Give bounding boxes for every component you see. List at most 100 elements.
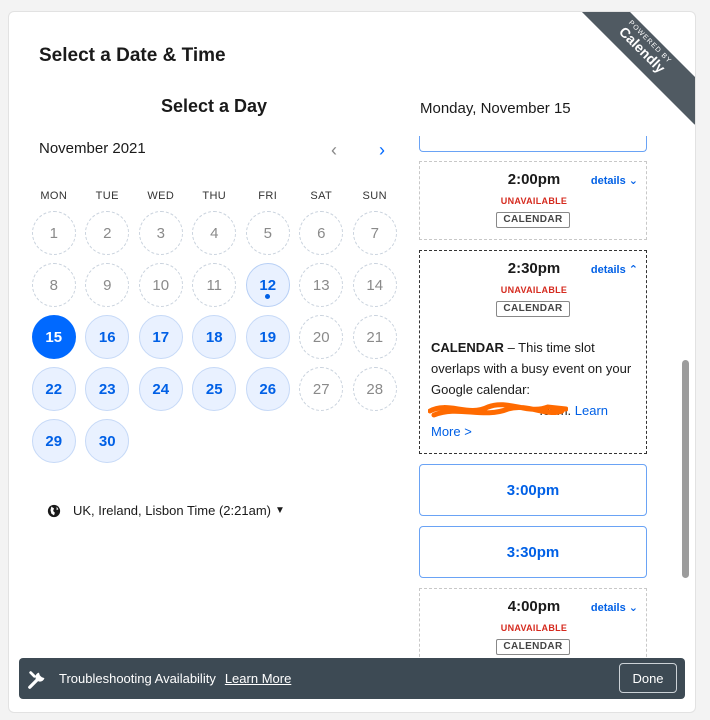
powered-by-badge[interactable]: POWERED BY Calendly [567, 12, 695, 125]
day-number: 9 [103, 276, 112, 294]
time-slot-unavailable: 2:30pm details ⌃ UNAVAILABLE CALENDAR CALEND… [419, 250, 647, 454]
day-number: 5 [263, 224, 272, 242]
details-toggle[interactable]: details ⌄ [591, 174, 638, 187]
calendar-day-6: 6 [299, 211, 344, 255]
calendar-day-22[interactable]: 22 [31, 367, 76, 411]
day-number: 18 [205, 328, 223, 346]
calendar-day-12[interactable]: 12 [245, 263, 290, 307]
calendar-grid: 1 2 3 4 5 6 7 8 9 10 11 12 13 14 15 16 17 18 19 20 21 22 23 24 2… [27, 211, 402, 463]
wrench-icon [28, 670, 45, 689]
weekday-label: MON [40, 190, 68, 202]
redaction-scribble [428, 402, 568, 418]
day-number: 23 [98, 380, 116, 398]
day-number: 25 [205, 380, 223, 398]
calendar-tag: CALENDAR [496, 301, 570, 317]
conflict-source: CALENDAR [431, 340, 504, 355]
day-number: 27 [312, 380, 330, 398]
calendar-day-5: 5 [245, 211, 290, 255]
calendar-tag: CALENDAR [496, 212, 570, 228]
day-number: 4 [210, 224, 219, 242]
day-number: 11 [206, 276, 223, 294]
weekday-label: TUE [95, 190, 119, 202]
weekday-label: SAT [310, 190, 333, 202]
calendar-day-16[interactable]: 16 [85, 315, 130, 359]
weekday-label: FRI [258, 190, 278, 202]
time-slot-partial[interactable] [419, 136, 647, 152]
day-number: 21 [366, 328, 384, 346]
timezone-label: UK, Ireland, Lisbon Time (2:21am) [73, 503, 271, 518]
time-slot-available[interactable]: 3:30pm [419, 526, 647, 578]
calendar-day-29[interactable]: 29 [31, 419, 76, 463]
calendar-day-18[interactable]: 18 [192, 315, 237, 359]
done-button[interactable]: Done [619, 663, 677, 693]
caret-down-icon: ▼ [274, 505, 285, 516]
booking-card: Select a Date & Time POWERED BY Calendly… [8, 11, 696, 713]
day-number: 26 [259, 380, 277, 398]
calendar-day-19[interactable]: 19 [245, 315, 290, 359]
chevron-left-icon[interactable]: ‹ [325, 140, 343, 160]
unavailable-label: UNAVAILABLE [500, 285, 568, 295]
weekday-label: WED [147, 190, 175, 202]
select-day-heading: Select a Day [160, 96, 268, 116]
calendar-day-14: 14 [352, 263, 397, 307]
calendar-day-11: 11 [192, 263, 237, 307]
day-number: 10 [152, 276, 170, 294]
calendar-day-21: 21 [352, 315, 397, 359]
day-number: 15 [45, 328, 63, 346]
day-number: 8 [49, 276, 58, 294]
calendar-day-13: 13 [299, 263, 344, 307]
details-toggle[interactable]: details ⌃ [591, 263, 638, 276]
day-number: 3 [156, 224, 165, 242]
calendar-day-28: 28 [352, 367, 397, 411]
selected-date-heading: Monday, November 15 [420, 100, 571, 117]
day-number: 13 [312, 276, 330, 294]
day-number: 14 [366, 276, 384, 294]
chevron-right-icon[interactable]: › [373, 140, 391, 160]
weekday-label: SUN [362, 190, 387, 202]
calendar-day-2: 2 [85, 211, 130, 255]
calendar-day-9: 9 [85, 263, 130, 307]
calendar-day-1: 1 [31, 211, 76, 255]
page-title: Select a Date & Time [39, 45, 226, 66]
time-slot-unavailable: 2:00pm details ⌄ UNAVAILABLE CALENDAR [419, 161, 647, 240]
day-number: 19 [259, 328, 277, 346]
learn-more-link[interactable]: Learn More [225, 671, 291, 686]
day-number: 28 [366, 380, 384, 398]
calendar-tag: CALENDAR [496, 639, 570, 655]
day-number: 22 [45, 380, 63, 398]
globe-icon [47, 504, 61, 517]
day-number: 6 [317, 224, 326, 242]
day-number: 16 [98, 328, 116, 346]
unavailable-label: UNAVAILABLE [500, 623, 568, 633]
time-slot-unavailable: 4:00pm details ⌄ UNAVAILABLE CALENDAR [419, 588, 647, 658]
scrollbar-thumb[interactable] [682, 360, 689, 578]
calendar-day-15[interactable]: 15 [31, 315, 76, 359]
calendar-day-23[interactable]: 23 [85, 367, 130, 411]
calendar-day-8: 8 [31, 263, 76, 307]
calendar-day-4: 4 [192, 211, 237, 255]
calendar-day-26[interactable]: 26 [245, 367, 290, 411]
time-slot-available[interactable]: 3:00pm [419, 464, 647, 516]
day-number: 24 [152, 380, 170, 398]
calendar-day-10: 10 [138, 263, 183, 307]
today-indicator [265, 294, 271, 299]
calendar-day-24[interactable]: 24 [138, 367, 183, 411]
day-number: 17 [152, 328, 170, 346]
calendar-day-27: 27 [299, 367, 344, 411]
timezone-selector[interactable]: UK, Ireland, Lisbon Time (2:21am) ▼ [47, 503, 285, 518]
unavailable-label: UNAVAILABLE [500, 196, 568, 206]
day-number: 2 [103, 224, 112, 242]
troubleshooting-label: Troubleshooting Availability [59, 671, 216, 686]
details-toggle[interactable]: details ⌄ [591, 601, 638, 614]
calendar-day-20: 20 [299, 315, 344, 359]
calendar-day-17[interactable]: 17 [138, 315, 183, 359]
calendar-day-3: 3 [138, 211, 183, 255]
weekday-header: MON TUE WED THU FRI SAT SUN [27, 190, 402, 202]
day-number: 1 [49, 224, 58, 242]
calendar-day-7: 7 [352, 211, 397, 255]
calendar-day-30[interactable]: 30 [85, 419, 130, 463]
day-number: 29 [45, 432, 63, 450]
day-number: 20 [312, 328, 330, 346]
weekday-label: THU [202, 190, 227, 202]
calendar-day-25[interactable]: 25 [192, 367, 237, 411]
